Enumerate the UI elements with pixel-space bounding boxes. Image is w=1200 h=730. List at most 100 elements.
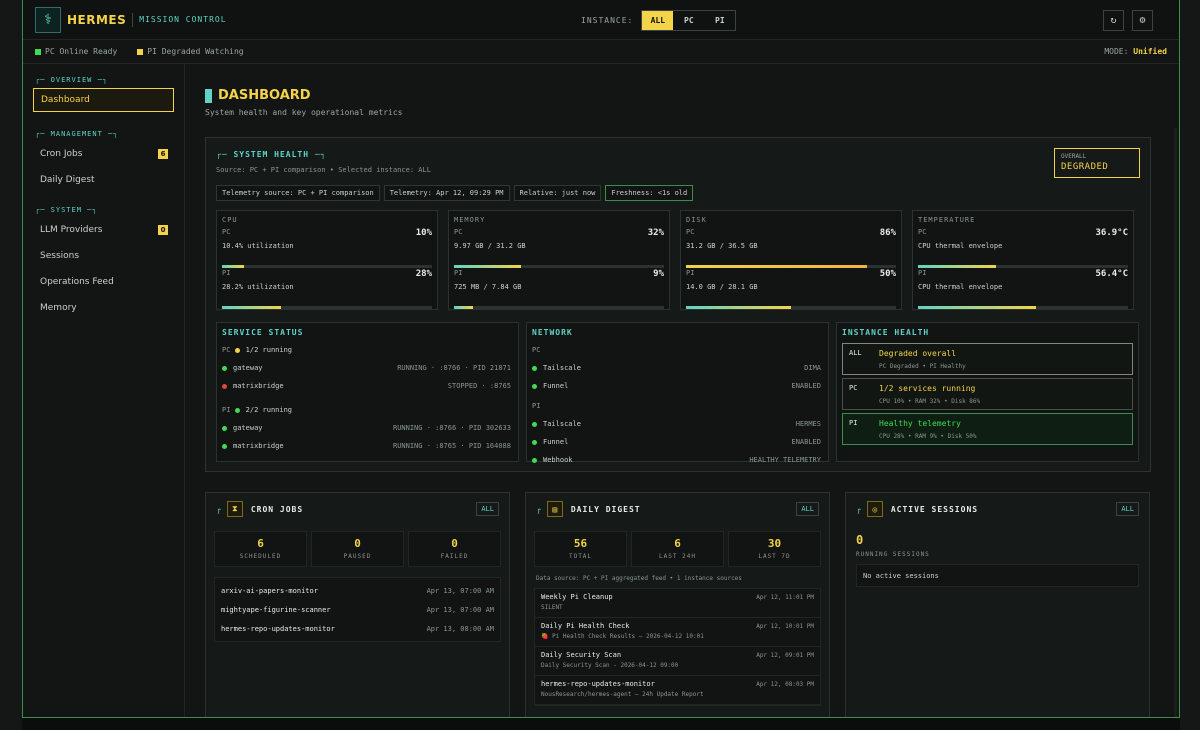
metric-bar-fill <box>918 306 1036 309</box>
sidebar-item-operations-feed[interactable]: Operations Feed <box>33 270 174 294</box>
metric-bar-fill <box>686 265 867 268</box>
metric-detail: 10.4% utilization <box>222 242 294 250</box>
instance-detail: CPU 28% • RAM 9% • Disk 50% <box>879 433 977 440</box>
metric-bar <box>222 265 432 268</box>
sidebar-item-memory[interactable]: Memory <box>33 296 174 320</box>
instance-option-all[interactable]: ALL <box>642 11 674 30</box>
metric-bar-fill <box>222 306 282 309</box>
service-pc-label: PC <box>222 346 231 354</box>
system-health-title: ┌─ SYSTEM HEALTH ─┐ <box>216 150 327 159</box>
metric-row-pi: PI 50% 14.0 GB / 28.1 GB <box>686 269 896 309</box>
stat-label: LAST 7D <box>758 553 791 560</box>
sidebar-section-overview: ┌─ OVERVIEW ─┐ <box>35 76 109 84</box>
sidebar-item-sessions[interactable]: Sessions <box>33 244 174 268</box>
instance-option-pc[interactable]: PC <box>673 11 704 30</box>
network-row: Tailscale DIMA <box>532 359 823 377</box>
metric-row-pc: PC 32% 9.97 GB / 31.2 GB <box>454 228 664 268</box>
chip-freshness: Freshness: <1s old <box>605 185 694 201</box>
overall-label: OVERALL <box>1061 153 1087 160</box>
metric-instance-label: PC <box>222 228 231 236</box>
sidebar-item-dashboard[interactable]: Dashboard <box>33 88 174 112</box>
status-dot <box>532 439 537 445</box>
network-status: HEALTHY TELEMETRY <box>749 456 821 464</box>
sidebar-item-label: Cron Jobs <box>40 149 83 159</box>
brand-name: HERMES <box>67 12 127 27</box>
daily-digest-filter-button[interactable]: ALL <box>796 502 819 516</box>
cron-job-name: mightyape-figurine-scanner <box>221 605 331 614</box>
network-pc-label: PC <box>532 346 541 354</box>
metric-detail: 725 MB / 7.84 GB <box>454 283 522 291</box>
corner-bracket-icon: ┌ <box>856 504 861 514</box>
stat-label: LAST 24H <box>659 553 696 560</box>
metric-percent: 86% <box>879 228 896 238</box>
metric-row-pi: PI 9% 725 MB / 7.84 GB <box>454 269 664 309</box>
metric-percent: 50% <box>879 269 896 279</box>
metric-bar <box>686 306 896 309</box>
network-name: Tailscale <box>543 420 581 428</box>
stat-value: 6 <box>257 537 264 550</box>
service-status-detail: RUNNING · :8766 · PID 21871 <box>397 364 511 372</box>
metric-percent: 32% <box>647 228 664 238</box>
status-dot <box>234 347 240 353</box>
settings-button[interactable]: ⚙ <box>1132 10 1153 31</box>
pi-status: PI Degraded Watching <box>137 47 244 56</box>
system-health-panel: ┌─ SYSTEM HEALTH ─┐ Source: PC + PI comp… <box>205 137 1151 472</box>
service-name: matrixbridge <box>233 442 284 450</box>
sidebar-item-daily-digest[interactable]: Daily Digest <box>33 168 174 192</box>
background-right-strip <box>1180 0 1200 730</box>
digest-entry[interactable]: Weekly Pi Cleanup SILENT Apr 12, 11:01 PM <box>535 589 820 618</box>
metric-instance-label: PC <box>454 228 463 236</box>
metric-detail: CPU thermal envelope <box>918 242 1003 250</box>
sidebar-item-llm-providers[interactable]: LLM Providers 0 <box>33 218 174 242</box>
instance-label: INSTANCE: <box>581 16 634 25</box>
metric-percent: 28% <box>415 269 432 279</box>
cron-jobs-filter-button[interactable]: ALL <box>476 502 499 516</box>
app-window: ⚕ HERMES MISSION CONTROL INSTANCE: ALL P… <box>22 0 1180 718</box>
stat-label: TOTAL <box>568 553 593 560</box>
metric-bar-fill <box>454 265 522 268</box>
digest-detail: Daily Security Scan - 2026-04-12 09:00 <box>541 662 679 669</box>
instance-tag: ALL <box>849 349 862 357</box>
service-name: matrixbridge <box>233 382 284 390</box>
cron-jobs-title: CRON JOBS <box>250 504 304 514</box>
cron-job-row[interactable]: hermes-repo-updates-monitor Apr 13, 08:00… <box>215 619 500 638</box>
metric-bar-fill <box>222 265 244 268</box>
metric-card-temperature: TEMPERATURE PC 36.9°C CPU thermal envelo… <box>912 210 1134 310</box>
stat-scheduled: 6 SCHEDULED <box>214 531 307 567</box>
active-sessions-filter-button[interactable]: ALL <box>1116 502 1139 516</box>
llm-providers-count-badge: 0 <box>158 225 168 235</box>
stat-failed: 0 FAILED <box>408 531 501 567</box>
sidebar-item-label: Memory <box>40 303 77 313</box>
brand-subtitle: MISSION CONTROL <box>139 15 227 24</box>
chip-relative: Relative: just now <box>513 185 602 201</box>
stat-value: 6 <box>674 537 681 550</box>
network-status: DIMA <box>804 364 821 372</box>
stat-value: 0 <box>451 537 458 550</box>
metric-instance-label: PI <box>686 269 695 277</box>
digest-entry[interactable]: Daily Pi Health Check 🍓 Pi Health Check R… <box>535 618 820 647</box>
digest-entry[interactable]: Daily Security Scan Daily Security Scan -… <box>535 647 820 676</box>
network-name: Tailscale <box>543 364 581 372</box>
instance-option-pi[interactable]: PI <box>704 11 735 30</box>
metric-bar <box>454 306 664 309</box>
daily-digest-card: ┌ ▤ DAILY DIGEST ALL 56 TOTAL 6 LAST 24H 3… <box>525 492 830 717</box>
cron-job-row[interactable]: arxiv-ai-papers-monitor Apr 13, 07:00 AM <box>215 581 500 600</box>
refresh-button[interactable]: ↻ <box>1103 10 1124 31</box>
daily-digest-stats: 56 TOTAL 6 LAST 24H 30 LAST 7D <box>526 531 829 567</box>
digest-entry[interactable]: hermes-repo-updates-monitor NousResearch/… <box>535 676 820 705</box>
running-sessions-label: RUNNING SESSIONS <box>856 551 930 558</box>
metric-bar-fill <box>686 306 791 309</box>
cron-jobs-count-badge: 6 <box>158 149 168 159</box>
pc-status-name: PC <box>45 47 55 56</box>
service-status-detail: RUNNING · :8766 · PID 302633 <box>392 424 511 432</box>
metric-percent: 56.4°C <box>1095 269 1128 279</box>
corner-bracket-icon: ┌ <box>536 504 541 514</box>
cron-job-row[interactable]: mightyape-figurine-scanner Apr 13, 07:00 … <box>215 600 500 619</box>
instance-headline: Degraded overall <box>879 349 957 358</box>
service-pi-label: PI <box>222 406 231 414</box>
stat-last-7d: 30 LAST 7D <box>728 531 821 567</box>
metric-detail: 31.2 GB / 36.5 GB <box>686 242 758 250</box>
main-scrollbar[interactable] <box>1174 128 1177 717</box>
sidebar-item-cron-jobs[interactable]: Cron Jobs 6 <box>33 142 174 166</box>
network-title: NETWORK <box>532 328 573 337</box>
